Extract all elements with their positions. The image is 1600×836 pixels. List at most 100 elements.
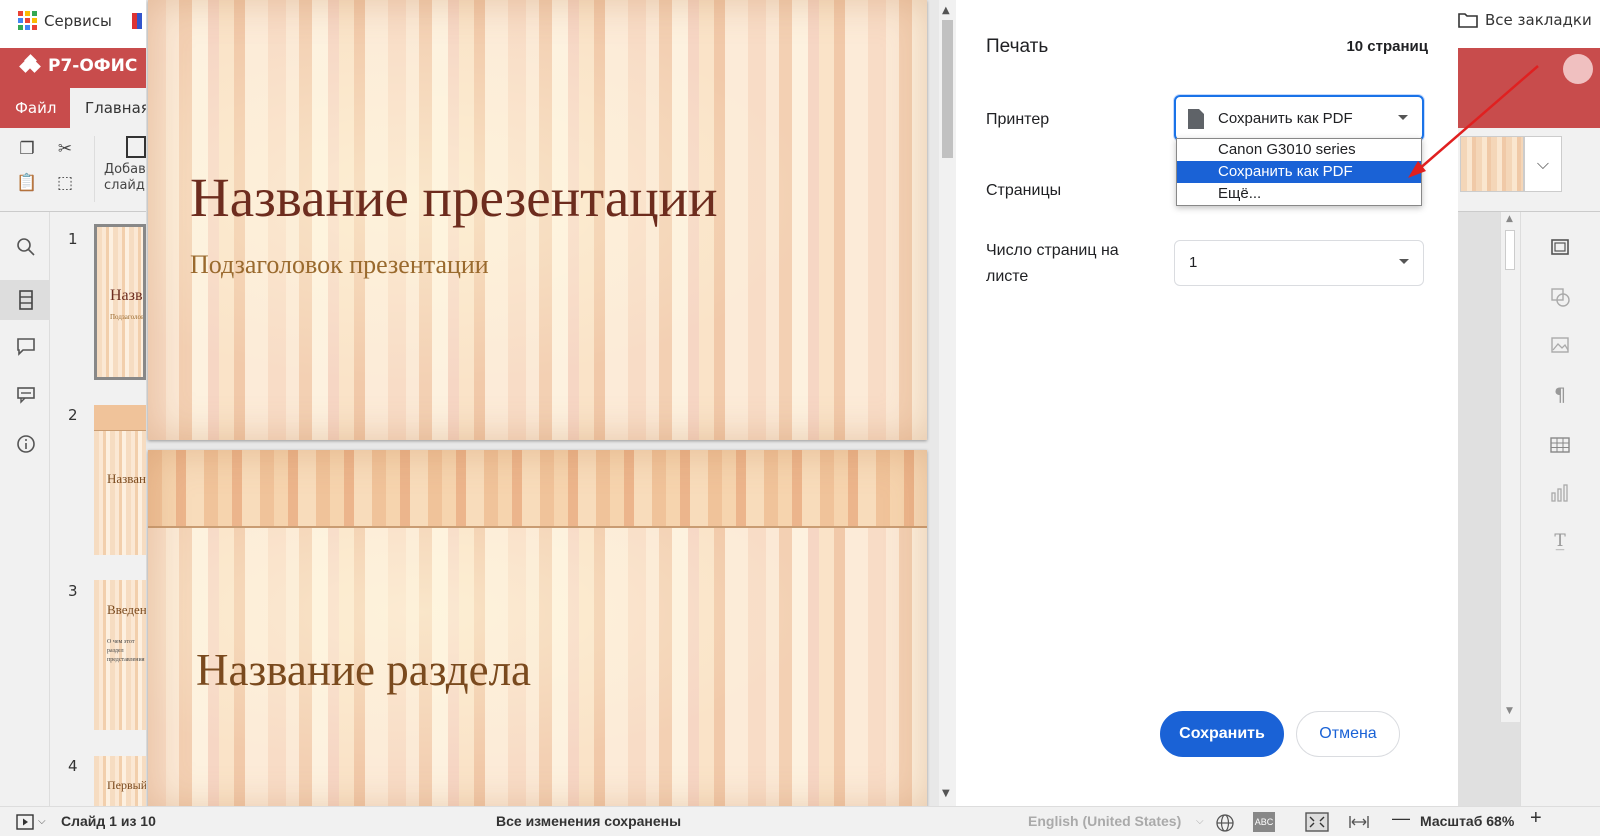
copy-icon[interactable]: ❐ [16,138,38,160]
zoom-level: Масштаб 68% [1420,813,1515,829]
fit-slide-icon[interactable] [1305,812,1329,832]
bookmark-services-label: Сервисы [44,11,112,30]
zoom-out-icon[interactable]: — [1392,808,1410,829]
left-sidebar [0,212,50,806]
scroll-up-icon[interactable]: ▲ [942,5,950,16]
thumbnail-title: Название [107,471,146,486]
all-bookmarks[interactable]: Все закладки [1458,11,1592,29]
printer-label: Принтер [986,111,1050,128]
caret-down-icon [1399,259,1409,264]
add-slide-icon [126,136,146,158]
brand-name: Р7-ОФИС [48,56,138,76]
thumbnail-body: О чем этот раздел представления [107,639,145,663]
preview-slide-2: Название раздела [148,450,927,806]
brand-logo-icon [19,54,41,76]
save-button[interactable]: Сохранить [1160,711,1284,757]
save-status: Все изменения сохранены [496,813,682,829]
scroll-down-icon[interactable]: ▼ [942,788,950,799]
caret-down-icon [1398,115,1408,120]
cancel-button[interactable]: Отмена [1296,711,1400,757]
print-title: Печать [986,36,1049,57]
chat-icon[interactable] [15,384,37,406]
slide-thumbnail-4[interactable]: Первый [94,756,146,806]
bookmark-services[interactable]: Сервисы [18,11,112,30]
toolbar-divider [94,136,95,202]
printer-dropdown-list: Canon G3010 series Сохранить как PDF Ещё… [1176,138,1422,206]
slide-thumbnails-panel: 1 Название Подзаголовок 2 Название 3 Вве… [50,212,146,806]
thumbnail-number: 2 [68,406,78,424]
thumbnail-title: Первый [107,778,146,792]
editor-scrollbar-thumb[interactable] [1505,230,1515,270]
preview-slide-subtitle: Подзаголовок презентации [190,250,489,279]
language-selector[interactable]: English (United States) [1028,813,1181,829]
apps-grid-icon [18,11,37,30]
bookmark-favicon[interactable] [132,13,142,29]
paste-icon[interactable]: 📋 [16,172,38,194]
slide-indicator: Слайд 1 из 10 [61,813,156,829]
slide-thumbnail-2[interactable]: Название [94,405,146,555]
search-icon[interactable] [15,236,37,258]
thumbnail-number: 1 [68,230,78,248]
add-slide-button[interactable]: Добавить слайд [104,136,169,194]
thumbnail-subtitle: Подзаголовок [110,313,145,321]
slide-thumbnail-1[interactable]: Название Подзаголовок [94,224,146,380]
preview-slide-title: Название презентации [190,167,718,228]
page-count: 10 страниц [1346,38,1428,55]
status-bar: ⌵ Слайд 1 из 10 Все изменения сохранены … [0,806,1600,836]
pages-per-sheet-select[interactable]: 1 [1174,240,1424,286]
thumbnail-number: 3 [68,582,78,600]
thumbnail-title: Введение [107,602,146,617]
scroll-up-icon[interactable]: ▲ [1506,214,1513,224]
printer-select-value: Сохранить как PDF [1218,110,1353,127]
print-settings-panel: Печать 10 страниц Принтер Сохранить как … [956,0,1458,806]
pages-per-sheet-value: 1 [1189,254,1198,271]
preview-slide-title: Название раздела [196,645,531,695]
pages-per-sheet-label: Число страниц на листе [986,242,1119,285]
thumbnail-title: Название [110,287,143,304]
printer-option-canon[interactable]: Canon G3010 series [1177,139,1421,161]
pages-label: Страницы [986,182,1062,199]
all-bookmarks-label: Все закладки [1485,11,1592,29]
preview-scrollbar[interactable]: ▲ ▼ [939,0,956,806]
thumbnail-number: 4 [68,757,78,775]
chart-settings-icon[interactable] [1549,482,1571,504]
cut-icon[interactable]: ✂ [54,138,76,160]
preview-scrollbar-thumb[interactable] [942,20,953,158]
slide-layout-preview[interactable] [1460,136,1524,192]
shape-settings-icon[interactable] [1549,286,1571,308]
play-slideshow-icon[interactable] [16,814,34,830]
info-icon[interactable] [15,433,37,455]
comment-icon[interactable] [15,335,37,357]
text-art-settings-icon[interactable]: T̲ [1549,530,1571,552]
paragraph-settings-icon[interactable]: ¶ [1549,384,1571,406]
tab-file[interactable]: Файл [0,88,71,128]
globe-icon[interactable] [1215,813,1235,833]
slide-settings-icon[interactable] [1549,236,1571,258]
zoom-in-icon[interactable]: + [1530,807,1542,830]
right-settings-bar: ¶ T̲ [1520,212,1600,806]
slides-icon[interactable] [15,289,37,311]
layout-dropdown-button[interactable]: ⌵ [1524,136,1562,192]
spellcheck-icon[interactable]: ABC [1253,812,1275,832]
chevron-down-icon[interactable]: ⌵ [38,816,46,827]
printer-option-save-pdf[interactable]: Сохранить как PDF [1177,161,1421,183]
printer-select[interactable]: Сохранить как PDF [1174,95,1424,141]
preview-slide-1: Название презентации Подзаголовок презен… [148,0,927,440]
table-settings-icon[interactable] [1549,434,1571,456]
print-preview: Название презентации Подзаголовок презен… [146,0,939,806]
thumbnail-band [94,405,146,431]
printer-option-more[interactable]: Ещё... [1177,183,1421,205]
chevron-down-icon: ⌵ [1196,816,1204,827]
chevron-down-icon: ⌵ [1536,154,1550,173]
slide-vignette [148,450,927,806]
folder-icon [1458,13,1478,28]
image-settings-icon[interactable] [1549,334,1571,356]
user-avatar[interactable] [1563,54,1593,84]
fit-width-icon[interactable] [1348,814,1370,830]
slide-thumbnail-3[interactable]: Введение О чем этот раздел представления [94,580,146,730]
scroll-down-icon[interactable]: ▼ [1506,706,1513,716]
editor-scrollbar[interactable]: ▲ ▼ [1500,212,1520,722]
brand-logo[interactable]: Р7-ОФИС [19,54,138,76]
select-all-icon[interactable]: ⬚ [54,172,76,194]
document-icon [1188,109,1204,129]
